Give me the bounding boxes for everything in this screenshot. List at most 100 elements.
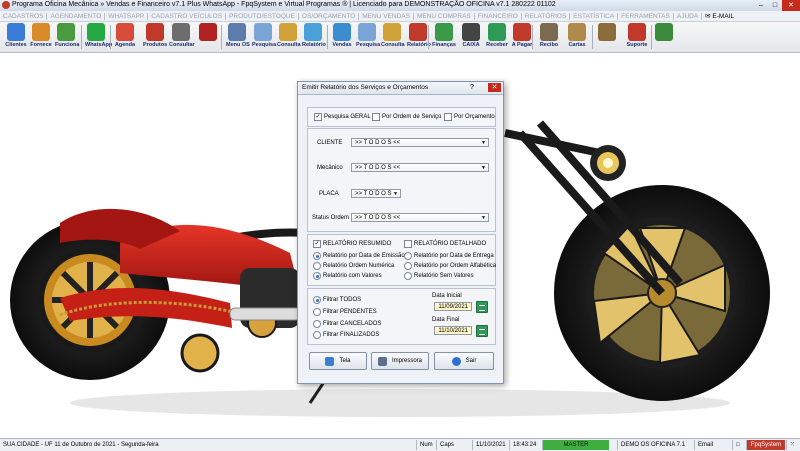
toolbar-button-recibo[interactable]: Recibo	[537, 23, 561, 51]
cliente-select[interactable]: >> T O D O S << ▼	[351, 138, 489, 147]
tela-button[interactable]: Tela	[309, 352, 367, 370]
status-email[interactable]: Email	[694, 440, 718, 450]
radio-sem-valores[interactable]: Relatório Sem Valores	[404, 272, 474, 280]
status-num: Num	[416, 440, 436, 450]
exit-icon	[451, 356, 461, 366]
report-type-group: ✓ RELATÓRIO RESUMIDO RELATÓRIO DETALHADO …	[307, 234, 496, 286]
radio-data-entrega[interactable]: Relatório por Data de Entrega	[404, 252, 494, 260]
minimize-icon[interactable]: –	[754, 0, 768, 11]
toolbar-button-label: Fornece	[30, 42, 52, 48]
dialog-close-icon[interactable]: ✕	[488, 83, 501, 92]
toolbar-button-suporte[interactable]: Suporte	[625, 23, 649, 51]
toolbar-button-cartas[interactable]: Cartas	[566, 23, 588, 51]
radio-data-emissao[interactable]: Relatório por Data de Emissão	[313, 252, 405, 260]
fornece-icon	[32, 23, 50, 41]
radio-filtrar-finalizados[interactable]: Filtrar FINALIZADOS	[313, 331, 379, 339]
checkbox-pesquisa-geral[interactable]: ✓ Pesquisa GERAL	[314, 113, 371, 121]
a-pagar-icon	[513, 23, 531, 41]
toolbar-button-label: Pesquisa	[252, 42, 277, 48]
toolbar-button-consulta[interactable]: Consulta	[381, 23, 405, 51]
toolbar-button-pesquisa[interactable]: Pesquisa	[252, 23, 277, 51]
menu-item-produto-estoque[interactable]: PRODUTO/ESTOQUE	[226, 13, 298, 20]
menu-item-ferramentas[interactable]: FERRAMENTAS	[618, 13, 673, 20]
data-final-label: Data Final	[432, 317, 460, 323]
toolbar-button-label: Vendas	[332, 42, 352, 48]
maximize-icon[interactable]: □	[768, 0, 782, 11]
menu-item-os-orcamento[interactable]: OS/ORÇAMENTO	[299, 13, 358, 20]
funciona-icon	[57, 23, 75, 41]
toolbar-button-icon-7[interactable]	[196, 23, 220, 51]
toolbar-button-receber[interactable]: Receber	[486, 23, 508, 51]
menu-item-menu-vendas[interactable]: MENU VENDAS	[359, 13, 413, 20]
checkbox-por-orcamento[interactable]: Por Orçamento	[444, 113, 495, 121]
consulta-icon	[383, 23, 401, 41]
toolbar-button-consulta[interactable]: Consulta	[277, 23, 301, 51]
tool-icon	[655, 23, 673, 41]
menu-item-menu-compras[interactable]: MENU COMPRAS	[414, 13, 474, 20]
status-ordem-select[interactable]: >> T O D O S << ▼	[351, 213, 489, 222]
toolbar-button-label: Menu OS	[226, 42, 250, 48]
placa-select[interactable]: >> T O D O S ▼	[351, 189, 401, 198]
toolbar-button-produtos[interactable]: Produtos	[143, 23, 167, 51]
toolbar-button-label: Consultar	[169, 42, 195, 48]
status-brand-badge: FpqSystem	[746, 440, 785, 450]
toolbar-button-caixa[interactable]: CAIXA	[460, 23, 482, 51]
checkbox-relatorio-detalhado[interactable]: RELATÓRIO DETALHADO	[404, 240, 486, 248]
mecanico-select[interactable]: >> T O D O S << ▼	[351, 163, 489, 172]
radio-filtrar-cancelados[interactable]: Filtrar CANCELADOS	[313, 320, 381, 328]
radio-ordem-numerica[interactable]: Relatório Ordem Numérica	[313, 262, 394, 270]
dialog-help-icon[interactable]: ?	[467, 83, 477, 92]
impressora-button[interactable]: Impressora	[371, 352, 429, 370]
finan-as-icon	[435, 23, 453, 41]
data-final-field[interactable]: 11/10/2021	[434, 326, 472, 335]
menu-item-agendamento[interactable]: AGENDAMENTO	[47, 13, 104, 20]
toolbar-button-funciona[interactable]: Funciona	[55, 23, 79, 51]
close-icon[interactable]: ✕	[782, 0, 800, 11]
checkbox-relatorio-resumido[interactable]: ✓ RELATÓRIO RESUMIDO	[313, 240, 391, 248]
data-inicial-field[interactable]: 11/09/2021	[434, 302, 472, 311]
calendar-icon[interactable]	[476, 301, 488, 313]
menu-item-financeiro[interactable]: FINANCEIRO	[475, 13, 521, 20]
toolbar-button-label: Cartas	[568, 42, 586, 48]
menu-item-ajuda[interactable]: AJUDA	[674, 13, 701, 20]
radio-filtrar-todos[interactable]: Filtrar TODOS	[313, 296, 361, 304]
toolbar-button-whatsapp[interactable]: WhatsApp	[85, 23, 112, 51]
pesquisa-icon	[358, 23, 376, 41]
menu-item-relatorios[interactable]: RELATÓRIOS	[522, 13, 569, 20]
toolbar-button-label: Consulta	[277, 42, 301, 48]
toolbar-button-icon-22[interactable]	[596, 23, 618, 51]
toolbar-button-icon-24[interactable]	[653, 23, 675, 51]
radio-filtrar-pendentes[interactable]: Filtrar PENDENTES	[313, 308, 377, 316]
status-master-badge: MASTER	[542, 440, 609, 450]
sair-button[interactable]: Sair	[434, 352, 494, 370]
radio-ordem-alfabetica[interactable]: Relatório por Ordem Alfabética	[404, 262, 496, 270]
menu-item-cadastro-veiculos[interactable]: CADASTRO VEÍCULOS	[148, 13, 225, 20]
checkbox-por-ordem-servico[interactable]: Por Ordem de Serviço	[372, 113, 441, 121]
menu-item-whatsapp[interactable]: WHATSAPP	[105, 13, 147, 20]
toolbar-button-consultar[interactable]: Consultar	[169, 23, 195, 51]
status-window-icon: □	[732, 440, 746, 450]
toolbar-button-relat-rio[interactable]: Relatório	[407, 23, 431, 51]
toolbar-button-menu-os[interactable]: Menu OS	[226, 23, 250, 51]
resize-grip-icon[interactable]: ⁙	[786, 440, 800, 450]
toolbar-button-clientes[interactable]: Clientes	[5, 23, 27, 51]
toolbar-button-a-pagar[interactable]: A Pagar	[510, 23, 534, 51]
consulta-icon	[279, 23, 297, 41]
report-dialog: Emitir Relatório dos Serviços e Orçament…	[297, 81, 504, 384]
toolbar-button-relat-rio[interactable]: Relatório	[302, 23, 326, 51]
toolbar-button-finan-as[interactable]: Finanças	[432, 23, 456, 51]
menu-item-estatistica[interactable]: ESTATÍSTICA	[570, 13, 617, 20]
toolbar-button-vendas[interactable]: Vendas	[331, 23, 353, 51]
menu-item-email[interactable]: ✉ E-MAIL	[702, 12, 737, 20]
calendar-icon[interactable]	[476, 325, 488, 337]
screen-icon	[325, 356, 335, 366]
toolbar-button-agenda[interactable]: Agenda	[114, 23, 136, 51]
toolbar-button-fornece[interactable]: Fornece	[30, 23, 52, 51]
menu-item-cadastros[interactable]: CADASTROS	[0, 13, 46, 20]
tool-icon	[199, 23, 217, 41]
radio-com-valores[interactable]: Relatório com Valores	[313, 272, 382, 280]
cliente-label: CLIENTE	[317, 140, 343, 146]
toolbar-button-label: Receber	[486, 42, 508, 48]
toolbar-button-label: Consulta	[381, 42, 405, 48]
toolbar-button-pesquisa[interactable]: Pesquisa	[356, 23, 380, 51]
